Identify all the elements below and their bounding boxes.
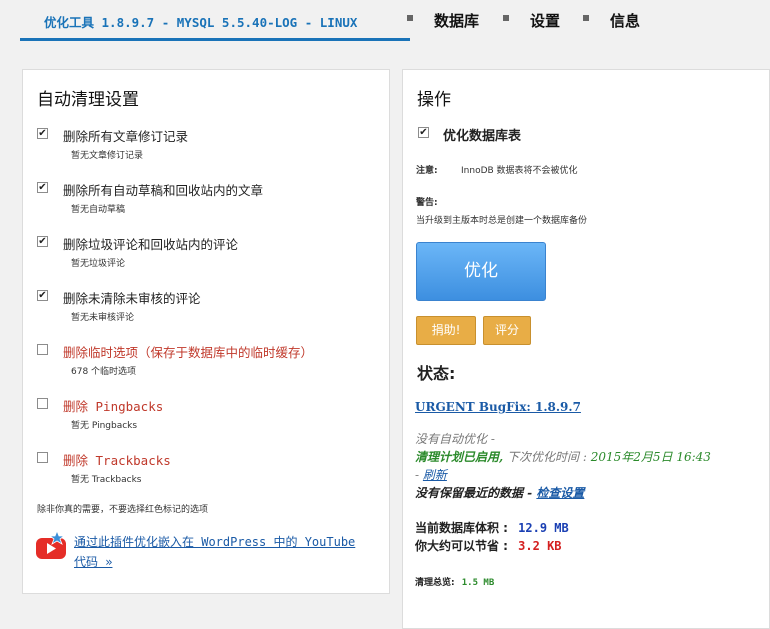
option-status: 暂无自动草稿 [71, 205, 126, 215]
rate-button[interactable]: 评分 [483, 316, 531, 345]
total-value: 1.5 MB [461, 578, 495, 588]
panel-title: 自动清理设置 [37, 90, 139, 110]
status-title: 状态: [417, 364, 456, 383]
refresh-line: - 刷新 [415, 466, 447, 483]
check-settings-link[interactable]: 检查设置 [536, 486, 584, 500]
note-text: InnoDB 数据表将不会被优化 [461, 166, 578, 176]
option-status: 暂无 Pingbacks [71, 421, 138, 431]
no-auto-optimize: 没有自动优化 - [415, 432, 495, 446]
red-options-warning: 除非你真的需要，不要选择红色标记的选项 [37, 505, 209, 515]
refresh-prefix: - [415, 468, 420, 482]
youtube-optimize-link[interactable]: 通过此插件优化嵌入在 WordPress 中的 YouTube 代码 » [74, 532, 374, 572]
nav-separator [407, 15, 413, 21]
donate-button[interactable]: 捐助! [416, 316, 476, 345]
refresh-link[interactable]: 刷新 [423, 468, 447, 482]
active-tab-underline [20, 38, 410, 41]
option-label: 删除 Trackbacks [63, 453, 171, 468]
db-size-value: 12.9 MB [518, 521, 569, 535]
savings-value: 3.2 KB [518, 539, 562, 553]
checkbox[interactable] [37, 452, 48, 463]
checkbox[interactable] [37, 398, 48, 409]
actions-panel: 操作 ✔ 优化数据库表 注意: InnoDB 数据表将不会被优化 警告: 当升级… [402, 69, 770, 629]
db-size-label: 当前数据库体积 : [415, 521, 508, 535]
tab-optimizer[interactable]: 优化工具 1.8.9.7 - MYSQL 5.5.40-LOG - LINUX [44, 12, 357, 31]
schedule-enabled: 清理计划已启用, [415, 450, 504, 464]
option-status: 暂无文章修订记录 [71, 151, 144, 161]
panel-title: 操作 [417, 90, 451, 110]
no-keep-text: 没有保留最近的数据 - [415, 486, 533, 500]
tab-settings[interactable]: 设置 [530, 10, 560, 31]
option-status: 暂无未审核评论 [71, 313, 135, 323]
option-label: 删除所有自动草稿和回收站内的文章 [63, 183, 264, 198]
option-status: 678 个临时选项 [71, 367, 137, 377]
warning-text: 当升级到主版本时总是创建一个数据库备份 [416, 216, 588, 226]
next-run-time: 2015年2月5日 16:43 [590, 450, 711, 464]
checkbox[interactable]: ✔ [37, 128, 48, 139]
option-label: 删除 Pingbacks [63, 399, 164, 414]
tab-info[interactable]: 信息 [610, 10, 640, 31]
option-label: 删除垃圾评论和回收站内的评论 [63, 237, 239, 252]
optimize-button[interactable]: 优化 [416, 242, 546, 301]
db-size-line: 当前数据库体积 : 12.9 MB [415, 519, 569, 536]
option-status: 暂无 Trackbacks [71, 475, 142, 485]
option-label: 删除未清除未审核的评论 [63, 291, 201, 306]
total-cleaned-line: 清理总览: 1.5 MB [415, 575, 494, 588]
checkbox[interactable]: ✔ [37, 182, 48, 193]
top-nav: 优化工具 1.8.9.7 - MYSQL 5.5.40-LOG - LINUX … [0, 0, 770, 44]
nav-separator [583, 15, 589, 21]
checkbox[interactable]: ✔ [37, 290, 48, 301]
tab-database[interactable]: 数据库 [434, 10, 479, 31]
next-run-label: 下次优化时间 : [507, 450, 587, 464]
checkbox[interactable]: ✔ [37, 236, 48, 247]
checkbox[interactable] [37, 344, 48, 355]
note-label: 注意: [416, 166, 438, 176]
savings-line: 你大约可以节省 : 3.2 KB [415, 537, 562, 554]
youtube-icon [36, 531, 66, 559]
auto-clean-panel: 自动清理设置 ✔ 删除所有文章修订记录 暂无文章修订记录 ✔ 删除所有自动草稿和… [22, 69, 390, 594]
option-label: 删除临时选项（保存于数据库中的临时缓存） [63, 345, 314, 360]
keep-data-line: 没有保留最近的数据 - 检查设置 [415, 484, 584, 501]
nav-separator [503, 15, 509, 21]
savings-label: 你大约可以节省 : [415, 539, 508, 553]
warning-label: 警告: [416, 198, 438, 208]
schedule-line: 清理计划已启用, 下次优化时间 : 2015年2月5日 16:43 [415, 448, 711, 465]
optimize-tables-label: 优化数据库表 [443, 129, 522, 144]
total-label: 清理总览: [415, 578, 455, 588]
option-status: 暂无垃圾评论 [71, 259, 126, 269]
urgent-bugfix-link[interactable]: URGENT BugFix: 1.8.9.7 [415, 400, 581, 414]
option-label: 删除所有文章修订记录 [63, 129, 189, 144]
optimize-tables-checkbox[interactable]: ✔ [418, 127, 429, 138]
